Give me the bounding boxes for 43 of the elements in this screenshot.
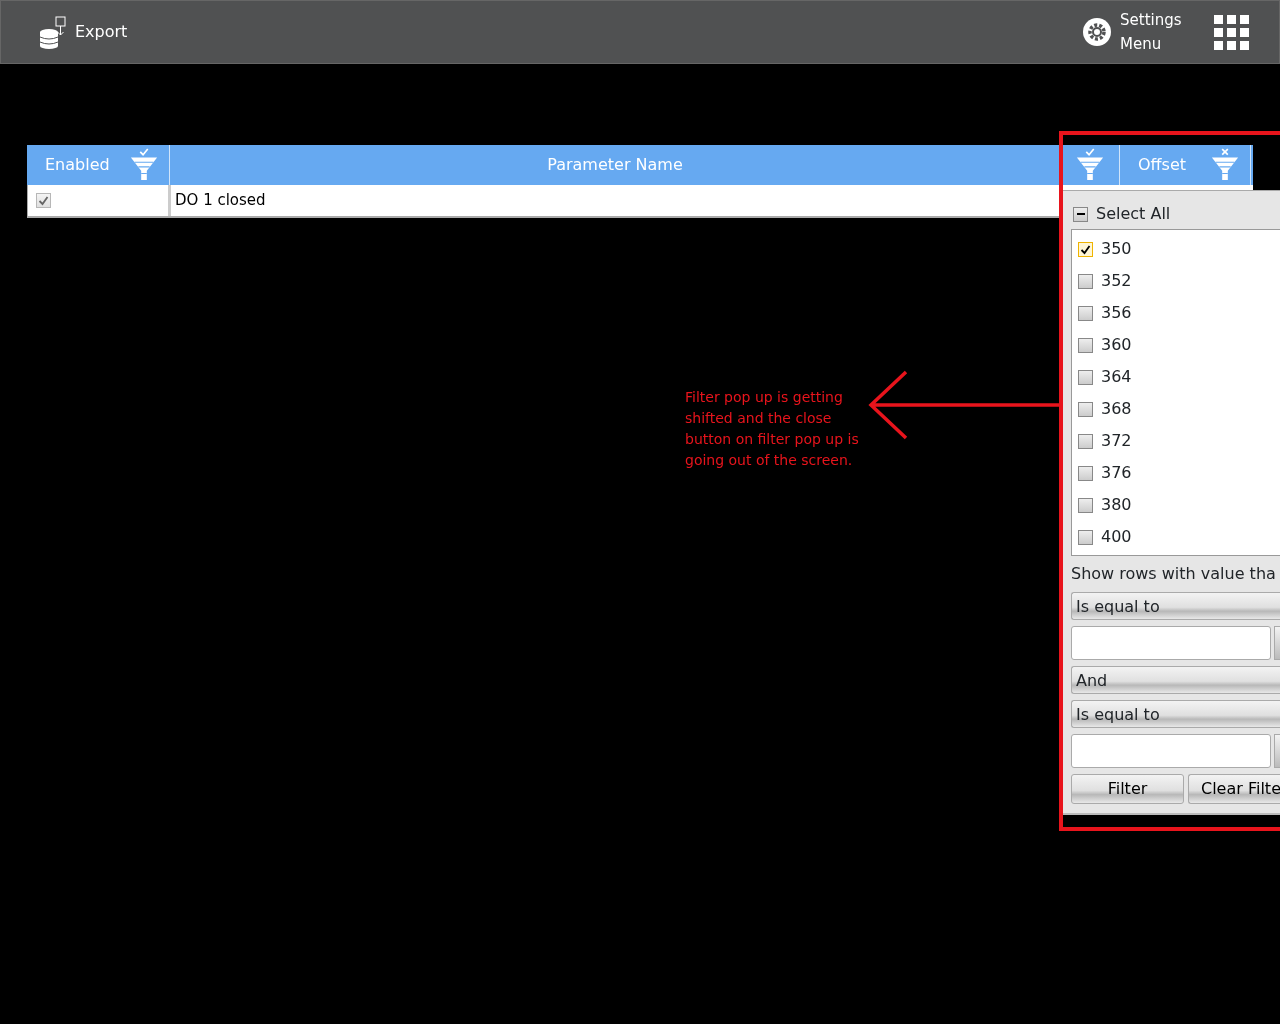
operator-dropdown[interactable]: Is equal to bbox=[1071, 700, 1280, 728]
select-all-checkbox[interactable] bbox=[1073, 206, 1088, 222]
value-checkbox[interactable] bbox=[1078, 241, 1093, 257]
checkbox-label: 380 bbox=[1101, 494, 1132, 516]
operator-dropdown[interactable]: Is equal to bbox=[1071, 592, 1280, 620]
apps-menu-icon[interactable] bbox=[1214, 14, 1249, 50]
annotation-text: Filter pop up is getting shifted and the close button on filter pop up is going out of the screen. bbox=[685, 388, 860, 470]
checkbox-label: 360 bbox=[1101, 334, 1132, 356]
filter-icon[interactable] bbox=[129, 148, 159, 182]
value-checkbox[interactable] bbox=[1078, 433, 1093, 449]
condition-label: Show rows with value tha bbox=[1070, 563, 1277, 585]
clear-filter-button[interactable]: Clear Filte bbox=[1188, 774, 1280, 804]
checkbox-label: 368 bbox=[1101, 398, 1132, 420]
value-checkbox[interactable] bbox=[1078, 305, 1093, 321]
value-checkbox[interactable] bbox=[1078, 497, 1093, 513]
value-checkbox[interactable] bbox=[1078, 465, 1093, 481]
value-checkbox[interactable] bbox=[1078, 337, 1093, 353]
enabled-checkbox[interactable] bbox=[36, 193, 51, 208]
checkbox-label: 350 bbox=[1101, 238, 1132, 260]
checkbox-label: 364 bbox=[1101, 366, 1132, 388]
value-checkbox[interactable] bbox=[1078, 529, 1093, 545]
cut-off-button[interactable] bbox=[1274, 626, 1280, 660]
checkbox-label: Select All bbox=[1096, 203, 1171, 225]
value-input-field[interactable] bbox=[1071, 626, 1271, 660]
checkbox-label: 376 bbox=[1101, 462, 1132, 484]
value-input-field[interactable] bbox=[1071, 734, 1271, 768]
filter-icon[interactable] bbox=[1210, 148, 1240, 182]
checkbox-label: 356 bbox=[1101, 302, 1132, 324]
settings-icon bbox=[1082, 17, 1112, 47]
value-checkbox[interactable] bbox=[1078, 273, 1093, 289]
settings-menu-button[interactable]: Settings Menu bbox=[1082, 8, 1190, 56]
checkbox-label: 352 bbox=[1101, 270, 1132, 292]
database-export-icon bbox=[39, 15, 67, 49]
value-checkbox[interactable] bbox=[1078, 369, 1093, 385]
filter-icon[interactable] bbox=[1075, 148, 1105, 182]
export-button[interactable]: Export bbox=[39, 15, 128, 49]
cut-off-button[interactable] bbox=[1274, 734, 1280, 768]
checkbox-label: 372 bbox=[1101, 430, 1132, 452]
logic-dropdown[interactable]: And bbox=[1071, 666, 1280, 694]
checkbox-label: 400 bbox=[1101, 526, 1132, 548]
table-cell-text: DO 1 closed bbox=[174, 190, 267, 212]
value-checkbox[interactable] bbox=[1078, 401, 1093, 417]
filter-button[interactable]: Filter bbox=[1071, 774, 1184, 804]
